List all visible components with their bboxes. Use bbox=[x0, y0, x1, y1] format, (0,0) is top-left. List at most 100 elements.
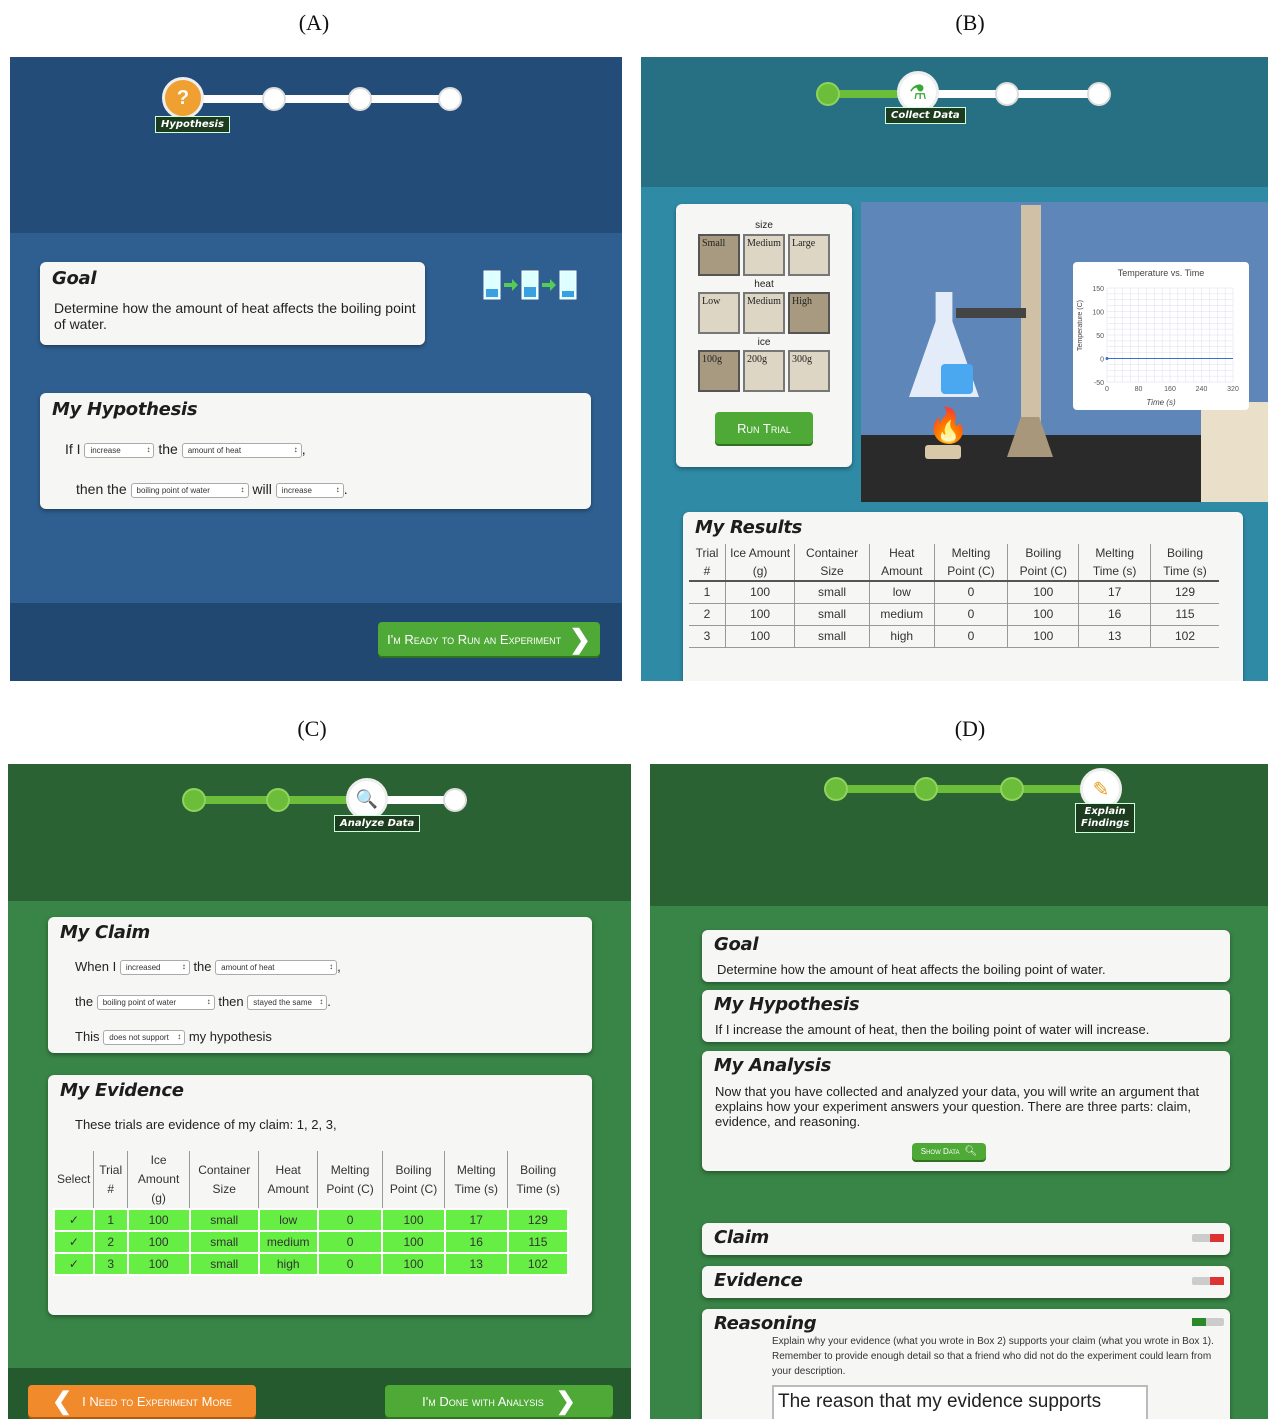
results-header-3: Heat Amount bbox=[868, 544, 935, 582]
header-band bbox=[8, 764, 631, 901]
claim-variable-select[interactable]: amount of heat bbox=[215, 960, 338, 976]
progress-node-1[interactable] bbox=[826, 779, 846, 799]
show-data-button[interactable]: Show Data 🔍︎ bbox=[912, 1143, 986, 1160]
claim-card: My Claim When I increased the amount of … bbox=[48, 917, 592, 1053]
hyp-result-select[interactable]: increase bbox=[275, 482, 344, 498]
results-cell: 2 bbox=[689, 603, 726, 626]
table-row[interactable]: ✓ 2 100 small medium 0 100 16 115 bbox=[53, 1230, 570, 1254]
period-text: . bbox=[327, 994, 331, 1009]
results-cell: medium bbox=[868, 603, 935, 626]
chart-magnifier-icon[interactable]: 🔍 bbox=[346, 778, 388, 820]
heat-label: heat bbox=[754, 279, 774, 290]
panel-a-hypothesis: ? Hypothesis Goal Determine how the amou… bbox=[10, 57, 622, 681]
evidence-header-6: Boiling Point (C) bbox=[381, 1151, 445, 1209]
size-medium-option[interactable]: Medium bbox=[743, 234, 785, 276]
head-question-icon[interactable]: ? bbox=[162, 77, 204, 119]
clamp-arm bbox=[956, 308, 1026, 318]
reasoning-textarea[interactable]: The reason that my evidence supports bbox=[772, 1385, 1148, 1419]
analysis-card: My Analysis Now that you have collected … bbox=[702, 1051, 1230, 1171]
evidence-title: Evidence bbox=[714, 1270, 803, 1291]
goal-card: Goal Determine how the amount of heat af… bbox=[702, 930, 1230, 982]
progress-node-1[interactable] bbox=[818, 84, 838, 104]
panel-b-collect-data: ⚗ Collect Data size Small Medium Large h… bbox=[641, 57, 1268, 681]
step-label: Analyze Data bbox=[334, 815, 421, 832]
size-label: size bbox=[755, 220, 773, 231]
reasoning-instructions: Explain why your evidence (what you wrot… bbox=[772, 1336, 1214, 1377]
claim-outcome-select[interactable]: boiling point of water bbox=[96, 995, 215, 1011]
evidence-cell: 0 bbox=[316, 1208, 384, 1232]
hypothesis-title: My Hypothesis bbox=[714, 994, 860, 1015]
evidence-status-toggle[interactable] bbox=[1192, 1277, 1224, 1285]
table-row[interactable]: ✓ 3 100 small high 0 100 13 102 bbox=[53, 1252, 570, 1276]
table-row: 2 100 small medium 0 100 16 115 bbox=[689, 603, 1219, 626]
evidence-cell: 2 bbox=[92, 1230, 129, 1254]
evidence-header-1: Trial # bbox=[93, 1151, 128, 1209]
hyp-direction-select[interactable]: increase bbox=[84, 442, 155, 458]
progress-node-2[interactable] bbox=[916, 779, 936, 799]
results-header-2: Container Size bbox=[794, 544, 870, 582]
claim-section[interactable]: Claim bbox=[702, 1223, 1230, 1255]
claim-result-select[interactable]: stayed the same bbox=[247, 995, 328, 1011]
ready-experiment-button[interactable]: I'm Ready to Run an Experiment ❯ bbox=[378, 622, 600, 656]
more-button-label: I Need to Experiment More bbox=[82, 1393, 232, 1409]
evidence-cell: small bbox=[188, 1208, 260, 1232]
results-cell: 0 bbox=[933, 625, 1008, 648]
will-text: will bbox=[252, 481, 272, 497]
reasoning-status-toggle[interactable] bbox=[1192, 1318, 1224, 1326]
heat-low-option[interactable]: Low bbox=[698, 292, 740, 334]
progress-node-3[interactable] bbox=[1002, 779, 1022, 799]
evidence-cell: small bbox=[188, 1252, 260, 1276]
heat-high-option[interactable]: High bbox=[788, 292, 830, 334]
evidence-section[interactable]: Evidence bbox=[702, 1266, 1230, 1298]
experiment-more-button[interactable]: ❮ I Need to Experiment More bbox=[28, 1385, 256, 1417]
progress-node-4[interactable] bbox=[445, 790, 465, 810]
panel-label-d: (D) bbox=[954, 716, 986, 741]
chevron-left-icon: ❮ bbox=[52, 1387, 73, 1415]
x-tick-label: 160 bbox=[1164, 386, 1176, 393]
results-cell: high bbox=[868, 625, 935, 648]
period-text: . bbox=[343, 481, 348, 497]
progress-node-4[interactable] bbox=[440, 89, 460, 109]
run-trial-button[interactable]: Run Trial bbox=[715, 412, 813, 444]
heat-medium-option[interactable]: Medium bbox=[743, 292, 785, 334]
temperature-chart: Temperature vs. Time Temperature (C) Tim… bbox=[1073, 262, 1249, 410]
results-card: My Results Trial # Ice Amount (g) Containe… bbox=[683, 512, 1243, 681]
y-tick-label: 150 bbox=[1092, 286, 1104, 293]
evidence-header-0: Select bbox=[57, 1172, 91, 1186]
select-checkbox[interactable]: ✓ bbox=[53, 1252, 95, 1276]
evidence-cell: 1 bbox=[92, 1208, 129, 1232]
progress-node-3[interactable] bbox=[997, 84, 1017, 104]
ice-100g-option[interactable]: 100g bbox=[698, 350, 740, 392]
table-row: 1 100 small low 0 100 17 129 bbox=[689, 581, 1219, 604]
ice-300g-option[interactable]: 300g bbox=[788, 350, 830, 392]
evidence-cell: 3 bbox=[92, 1252, 129, 1276]
panel-c-analyze-data: 🔍 Analyze Data My Claim When I increased… bbox=[8, 764, 631, 1419]
select-checkbox[interactable]: ✓ bbox=[53, 1208, 95, 1232]
search-icon: 🔍︎ bbox=[964, 1146, 978, 1157]
progress-node-1[interactable] bbox=[184, 790, 204, 810]
hyp-outcome-select[interactable]: boiling point of water bbox=[130, 482, 249, 498]
evidence-cell: 100 bbox=[381, 1252, 446, 1276]
size-small-option[interactable]: Small bbox=[698, 234, 740, 276]
size-large-option[interactable]: Large bbox=[788, 234, 830, 276]
heat-options: Low Medium High bbox=[698, 292, 830, 334]
evidence-header-3: Container Size bbox=[189, 1151, 259, 1209]
table-row[interactable]: ✓ 1 100 small low 0 100 17 129 bbox=[53, 1208, 570, 1232]
claim-status-toggle[interactable] bbox=[1192, 1234, 1224, 1242]
progress-node-2[interactable] bbox=[264, 89, 284, 109]
results-cell: small bbox=[794, 603, 870, 626]
done-analysis-button[interactable]: I'm Done with Analysis ❯ bbox=[385, 1385, 613, 1417]
claim-direction-select[interactable]: increased bbox=[119, 960, 190, 976]
analysis-text: Now that you have collected and analyzed… bbox=[715, 1084, 1200, 1129]
progress-node-3[interactable] bbox=[350, 89, 370, 109]
ice-200g-option[interactable]: 200g bbox=[743, 350, 785, 392]
burner-base bbox=[925, 445, 961, 459]
hyp-variable-select[interactable]: amount of heat bbox=[181, 442, 302, 458]
the2-text: the bbox=[75, 994, 94, 1009]
hypothesis-text: If I increase the amount of heat, then t… bbox=[715, 1022, 1150, 1037]
claim-support-select[interactable]: does not support bbox=[103, 1030, 186, 1046]
table-row: 3 100 small high 0 100 13 102 bbox=[689, 625, 1219, 648]
progress-node-4[interactable] bbox=[1089, 84, 1109, 104]
select-checkbox[interactable]: ✓ bbox=[53, 1230, 95, 1254]
progress-node-2[interactable] bbox=[268, 790, 288, 810]
